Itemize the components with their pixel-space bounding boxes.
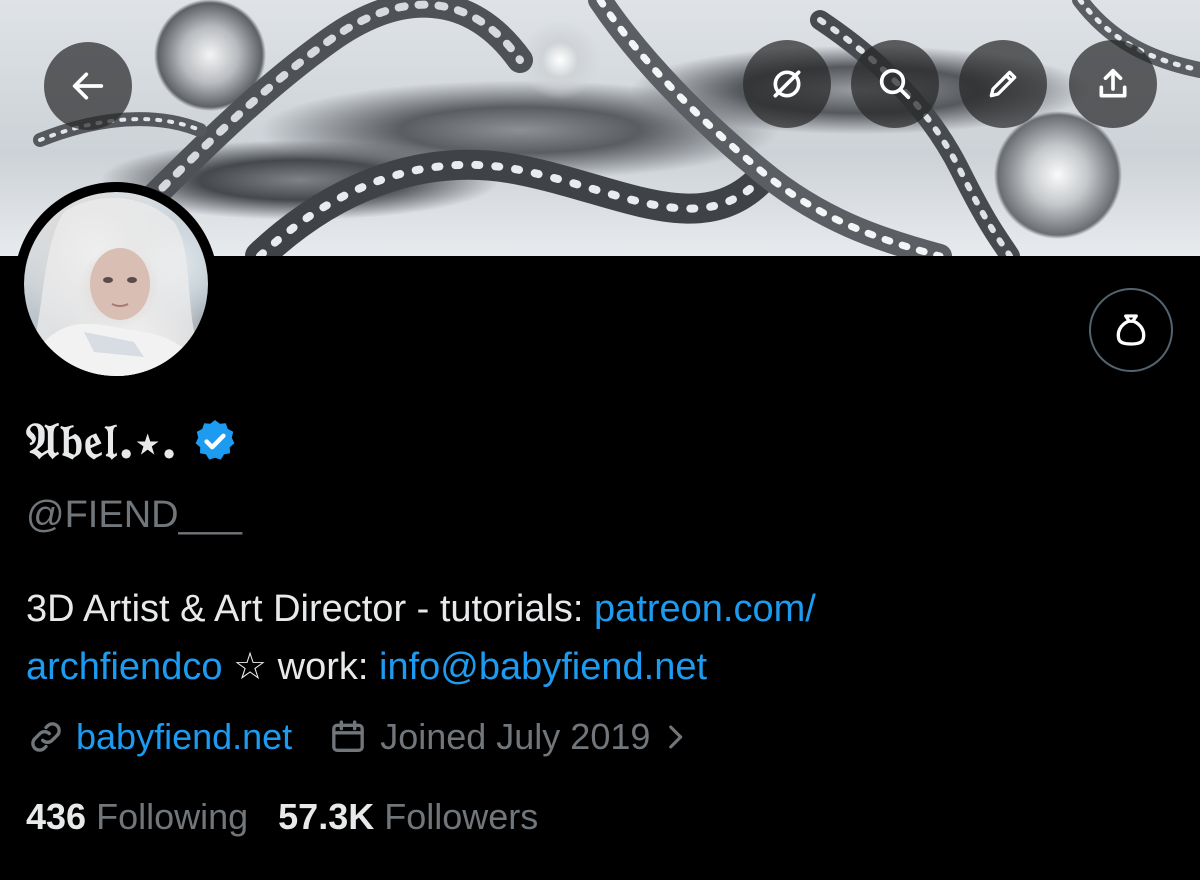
search-icon: [879, 68, 911, 100]
following-stat[interactable]: 436 Following: [26, 796, 248, 838]
handle: @FIEND___: [26, 494, 242, 536]
share-button[interactable]: [1069, 40, 1157, 128]
bio-text: 3D Artist & Art Director - tutorials:: [26, 588, 595, 630]
search-button[interactable]: [851, 40, 939, 128]
link-icon: [31, 722, 61, 752]
avatar[interactable]: [24, 192, 208, 376]
follow-stats: 436 Following 57.3K Followers: [26, 792, 538, 842]
edit-button[interactable]: [959, 40, 1047, 128]
pencil-icon: [989, 70, 1017, 98]
email-link[interactable]: info@babyfiend.net: [379, 646, 707, 688]
avatar-portrait-art: [24, 198, 208, 376]
bio: 3D Artist & Art Director - tutorials: pa…: [26, 580, 1176, 696]
tip-button[interactable]: [1089, 288, 1173, 372]
calendar-icon: [332, 720, 365, 752]
joined-date[interactable]: Joined July 2019: [380, 716, 650, 758]
chevron-right-icon[interactable]: [658, 720, 692, 754]
back-arrow-icon: [72, 72, 104, 100]
followers-count: 57.3K: [278, 796, 375, 837]
followers-label: Followers: [384, 796, 539, 837]
patreon-link-line2[interactable]: archfiendco: [26, 646, 222, 688]
share-icon: [1099, 68, 1127, 98]
following-label: Following: [96, 796, 249, 837]
grok-button[interactable]: [743, 40, 831, 128]
profile-meta: babyfiend.net Joined July 2019: [26, 712, 692, 762]
website-link[interactable]: babyfiend.net: [76, 716, 292, 758]
following-count: 436: [26, 796, 87, 837]
verified-badge-icon[interactable]: [191, 417, 239, 465]
bio-text-2: ☆ work:: [222, 646, 379, 688]
grok-icon: [773, 70, 801, 98]
display-name-row: 𝔄𝔟𝔢𝔩.⋆.: [26, 408, 239, 474]
back-button[interactable]: [44, 42, 132, 130]
followers-stat[interactable]: 57.3K Followers: [278, 796, 538, 838]
money-bag-icon: [1116, 314, 1146, 346]
patreon-link-line1[interactable]: patreon.com/: [594, 588, 816, 630]
display-name: 𝔄𝔟𝔢𝔩.⋆.: [26, 411, 179, 470]
